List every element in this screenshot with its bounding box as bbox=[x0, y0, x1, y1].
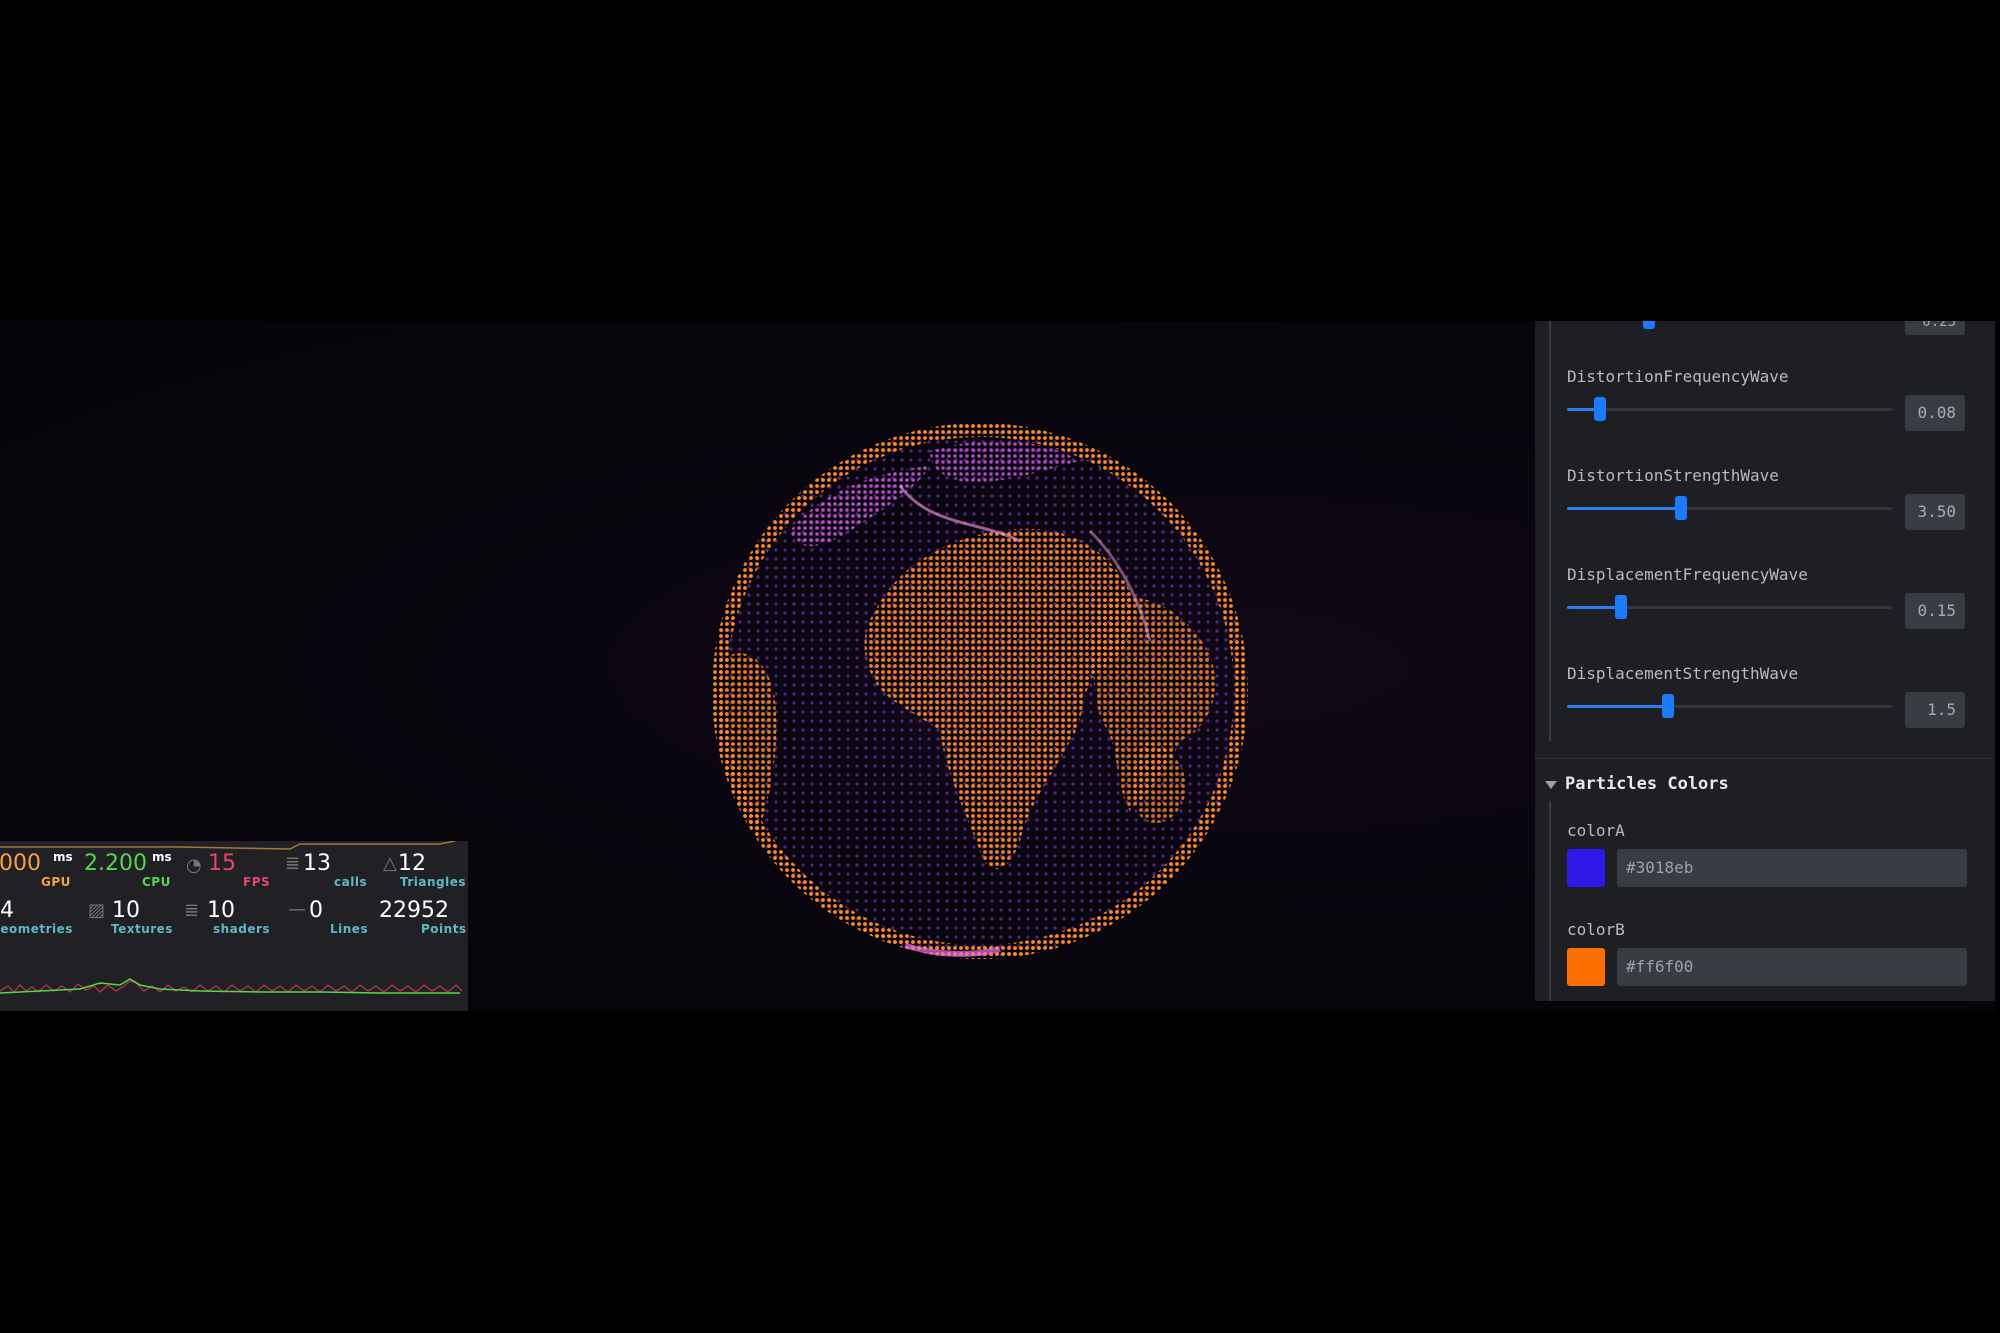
lines-icon: — bbox=[288, 899, 306, 920]
performance-stats-panel: 2.000 ms GPU 2.200 ms CPU ◔ 15 FPS ≣ 13 … bbox=[0, 841, 468, 1011]
control-color-a: colorA #3018eb bbox=[1567, 821, 1967, 911]
slider-thumb[interactable] bbox=[1593, 397, 1606, 421]
globe-svg bbox=[705, 416, 1255, 966]
color-hex-input[interactable]: #3018eb bbox=[1617, 849, 1967, 887]
calls-value: 13 bbox=[303, 851, 331, 876]
color-swatch[interactable] bbox=[1567, 849, 1605, 887]
color-swatch[interactable] bbox=[1567, 948, 1605, 986]
calls-list-icon: ≣ bbox=[285, 853, 301, 874]
gpu-graph-line bbox=[0, 841, 456, 850]
folder-particles-colors[interactable]: Particles Colors bbox=[1543, 771, 1983, 801]
control-color-b: colorB #ff6f00 bbox=[1567, 920, 1967, 1001]
value-partial[interactable]: 0.25 bbox=[1905, 321, 1965, 335]
triangles-value: 12 bbox=[398, 851, 426, 876]
value-input[interactable]: 3.50 bbox=[1905, 494, 1965, 530]
folder-rail bbox=[1549, 801, 1551, 1001]
slider-thumb-partial[interactable] bbox=[1643, 321, 1655, 329]
slider-thumb[interactable] bbox=[1614, 595, 1627, 619]
lines-value: 0 bbox=[309, 898, 323, 923]
cpu-label: CPU bbox=[142, 875, 171, 889]
control-distortion-frequency-wave: DistortionFrequencyWave 0.08 bbox=[1567, 367, 1967, 457]
triangle-icon: △ bbox=[383, 853, 397, 874]
points-value: 22952 bbox=[379, 898, 449, 923]
shaders-value: 10 bbox=[207, 898, 235, 923]
texture-image-icon: ▨ bbox=[88, 900, 106, 921]
frame-time-graph bbox=[0, 978, 463, 994]
shaders-label: shaders bbox=[213, 922, 271, 936]
slider-track[interactable] bbox=[1567, 595, 1892, 619]
slider-fill bbox=[1567, 606, 1621, 609]
shaders-list-icon: ≣ bbox=[184, 900, 200, 921]
control-distortion-strength-wave: DistortionStrengthWave 3.50 bbox=[1567, 466, 1967, 556]
slider-thumb[interactable] bbox=[1661, 694, 1674, 718]
control-name: DisplacementStrengthWave bbox=[1567, 664, 1799, 683]
value-input[interactable]: 0.15 bbox=[1905, 593, 1965, 629]
geometries-label: Geometries bbox=[0, 922, 73, 936]
lines-label: Lines bbox=[330, 922, 369, 936]
debug-gui-panel[interactable]: 0.25 DistortionFrequencyWave 0.08 Distor… bbox=[1535, 321, 1995, 1001]
points-label: Points bbox=[421, 922, 467, 936]
geometries-value: 4 bbox=[0, 898, 14, 923]
canvas-viewport[interactable]: 2.000 ms GPU 2.200 ms CPU ◔ 15 FPS ≣ 13 … bbox=[0, 321, 1995, 1011]
gpu-label: GPU bbox=[41, 875, 71, 889]
fps-label: FPS bbox=[243, 875, 271, 889]
control-name: DisplacementFrequencyWave bbox=[1567, 565, 1808, 584]
control-displacement-strength-wave: DisplacementStrengthWave 1.5 bbox=[1567, 664, 1967, 754]
slider-track[interactable] bbox=[1567, 397, 1892, 421]
calls-label: calls bbox=[334, 875, 368, 889]
control-name: DistortionFrequencyWave bbox=[1567, 367, 1789, 386]
folder-divider bbox=[1535, 758, 1995, 759]
particle-globe[interactable] bbox=[700, 411, 1260, 971]
gpu-value: 2.000 bbox=[0, 851, 41, 876]
triangles-label: Triangles bbox=[400, 875, 467, 889]
slider-fill bbox=[1567, 705, 1668, 708]
folder-title[interactable]: Particles Colors bbox=[1565, 774, 1729, 794]
folder-rail bbox=[1549, 321, 1551, 741]
color-hex-input[interactable]: #ff6f00 bbox=[1617, 948, 1967, 986]
textures-label: Textures bbox=[111, 922, 173, 936]
slider-fill bbox=[1567, 507, 1681, 510]
value-input[interactable]: 1.5 bbox=[1905, 692, 1965, 728]
control-name: colorB bbox=[1567, 920, 1625, 939]
control-name: DistortionStrengthWave bbox=[1567, 466, 1779, 485]
control-name: colorA bbox=[1567, 821, 1625, 840]
chevron-down-icon[interactable] bbox=[1545, 781, 1557, 789]
slider-track[interactable] bbox=[1567, 694, 1892, 718]
gpu-clock-icon: ◔ bbox=[186, 855, 202, 876]
cpu-value: 2.200 bbox=[84, 851, 147, 876]
slider-thumb[interactable] bbox=[1674, 496, 1687, 520]
value-input[interactable]: 0.08 bbox=[1905, 395, 1965, 431]
fps-value: 15 bbox=[208, 851, 236, 876]
slider-track[interactable] bbox=[1567, 496, 1892, 520]
textures-value: 10 bbox=[112, 898, 140, 923]
control-displacement-frequency-wave: DisplacementFrequencyWave 0.15 bbox=[1567, 565, 1967, 655]
